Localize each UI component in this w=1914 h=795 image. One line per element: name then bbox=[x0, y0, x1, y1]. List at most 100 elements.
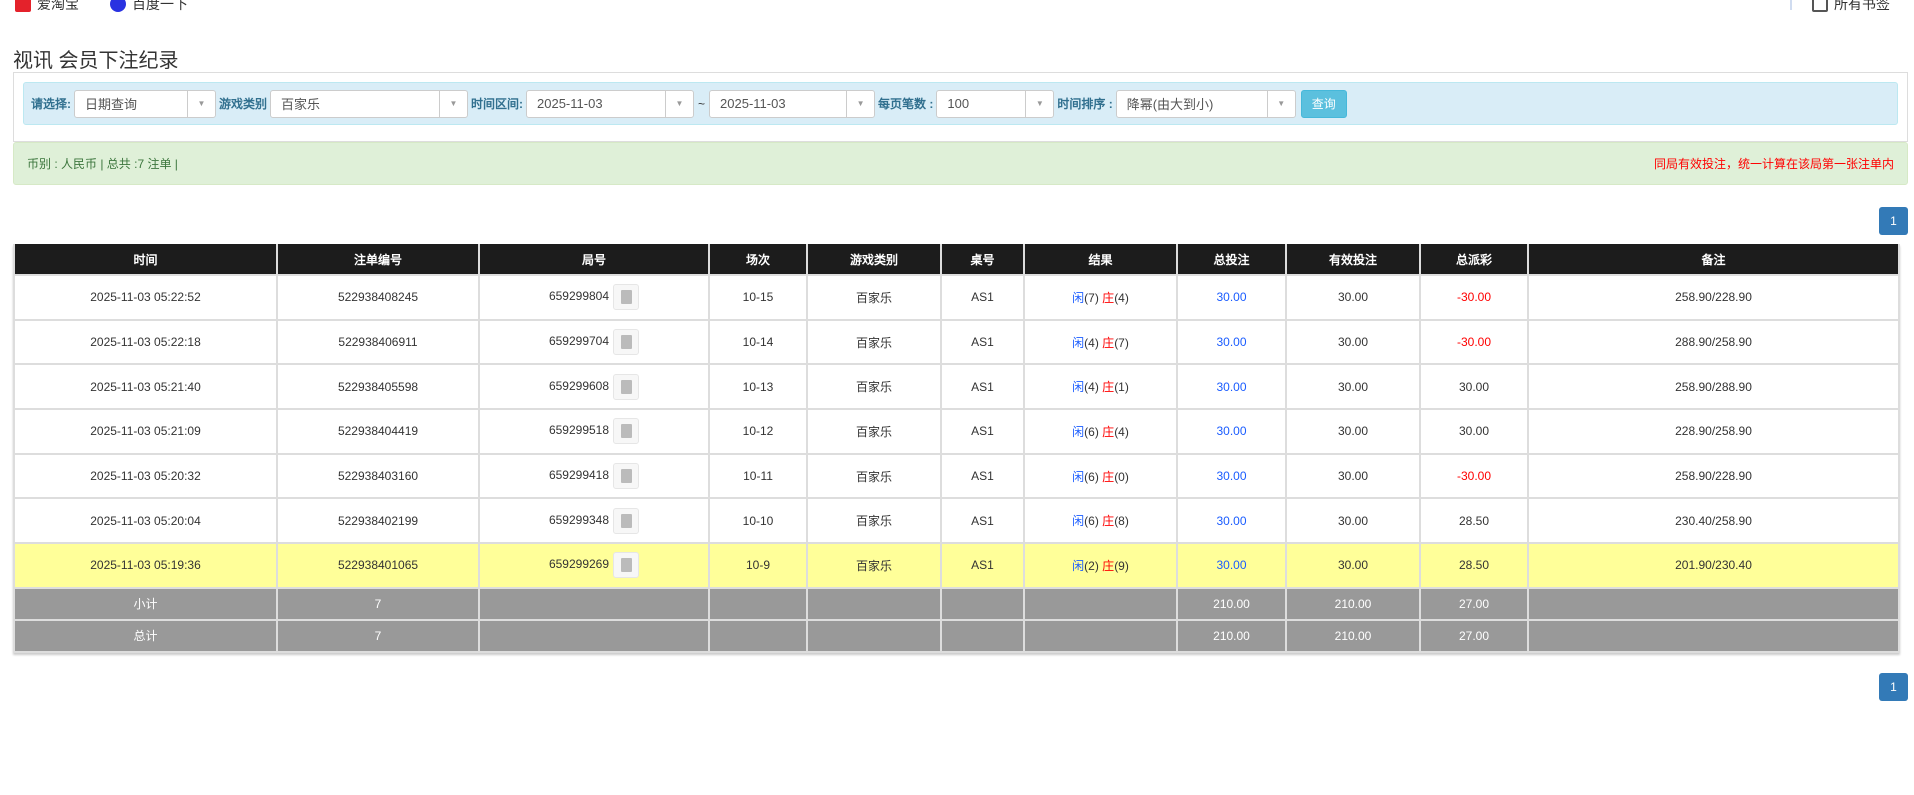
video-replay-icon[interactable] bbox=[613, 329, 640, 356]
subtotal-row: 小计 7 210.00 210.00 27.00 bbox=[13, 586, 1900, 621]
cell-note: 258.90/228.90 bbox=[1527, 274, 1900, 321]
empty-cell bbox=[1527, 618, 1900, 653]
table-row: 2025-11-03 05:19:36 522938401065 6592992… bbox=[13, 542, 1900, 589]
player-label: 闲 bbox=[1072, 380, 1085, 395]
cell-result: 闲(6) 庄(8) bbox=[1023, 497, 1178, 545]
cell-table: AS1 bbox=[940, 408, 1025, 455]
chevron-down-icon: ▼ bbox=[439, 90, 467, 117]
cell-valid-bet: 30.00 bbox=[1285, 452, 1421, 500]
banker-label: 庄 bbox=[1102, 335, 1115, 350]
page-title: 视讯 会员下注纪录 bbox=[13, 50, 179, 72]
folder-icon bbox=[1812, 0, 1828, 12]
column-header[interactable]: 局号 bbox=[478, 244, 710, 276]
chevron-down-icon: ▼ bbox=[846, 90, 874, 117]
round-number: 659299518 bbox=[548, 423, 610, 438]
column-header[interactable]: 桌号 bbox=[940, 244, 1025, 276]
filter-panel: 请选择: 日期查询 ▼ 游戏类别 百家乐 ▼ 时间区间: 2025-11-03 ▼ ~… bbox=[13, 72, 1908, 142]
cell-shoe: 10-15 bbox=[708, 274, 808, 321]
player-label: 闲 bbox=[1072, 514, 1085, 529]
banker-label: 庄 bbox=[1102, 558, 1115, 573]
column-header[interactable]: 场次 bbox=[708, 244, 808, 276]
column-header[interactable]: 结果 bbox=[1023, 244, 1178, 276]
query-button[interactable]: 查询 bbox=[1300, 89, 1347, 118]
aitaobao-icon bbox=[15, 0, 31, 12]
player-points: (6) bbox=[1084, 469, 1099, 484]
cell-payout: 28.50 bbox=[1419, 497, 1529, 545]
note-text: 同局有效投注，统一计算在该局第一张注单内 bbox=[1653, 157, 1894, 171]
all-bookmarks[interactable]: 所有书签 bbox=[1812, 0, 1890, 14]
empty-cell bbox=[1023, 618, 1178, 653]
column-header[interactable]: 注单编号 bbox=[276, 244, 480, 276]
video-replay-icon[interactable] bbox=[613, 418, 640, 445]
date-to-value: 2025-11-03 bbox=[720, 96, 786, 111]
column-header[interactable]: 时间 bbox=[13, 244, 278, 276]
cell-bet-id: 522938404419 bbox=[276, 408, 480, 455]
empty-cell bbox=[806, 618, 942, 653]
sum-label: 小计 bbox=[13, 586, 278, 621]
range-label: 时间区间: bbox=[471, 97, 524, 111]
table-header: 时间 注单编号 局号 场次 游戏类别 桌号 结果 总投注 有效投注 总派彩 备注 bbox=[13, 244, 1900, 276]
video-replay-icon[interactable] bbox=[613, 552, 640, 579]
video-replay-icon[interactable] bbox=[613, 463, 640, 490]
cell-time: 2025-11-03 05:20:32 bbox=[13, 452, 278, 500]
cell-time: 2025-11-03 05:22:52 bbox=[13, 274, 278, 321]
chevron-down-icon: ▼ bbox=[1266, 90, 1295, 117]
cell-note: 201.90/230.40 bbox=[1527, 542, 1900, 589]
sort-select[interactable]: 降幂(由大到小) ▼ bbox=[1115, 89, 1296, 118]
cell-bet-id: 522938401065 bbox=[276, 542, 480, 589]
date-to-select[interactable]: 2025-11-03 ▼ bbox=[709, 89, 876, 118]
select-label: 请选择: bbox=[31, 97, 71, 111]
cell-time: 2025-11-03 05:22:18 bbox=[13, 318, 278, 366]
cell-total-bet: 30.00 bbox=[1176, 318, 1287, 366]
cell-round: 659299518 bbox=[478, 408, 710, 455]
cell-bet-id: 522938405598 bbox=[276, 363, 480, 411]
cell-payout: -30.00 bbox=[1419, 318, 1529, 366]
column-header[interactable]: 备注 bbox=[1527, 244, 1900, 276]
sum-payout: 27.00 bbox=[1419, 618, 1529, 653]
bookmark-baidu[interactable]: 百度一下 bbox=[110, 0, 188, 14]
round-number: 659299348 bbox=[548, 512, 610, 527]
summary-alert: 币别 : 人民币 | 总共 :7 注单 | 同局有效投注，统一计算在该局第一张注… bbox=[13, 142, 1908, 185]
video-replay-icon[interactable] bbox=[613, 284, 640, 311]
cell-shoe: 10-10 bbox=[708, 497, 808, 545]
banker-points: (8) bbox=[1114, 514, 1129, 529]
bookmark-divider bbox=[1790, 0, 1792, 10]
player-points: (6) bbox=[1084, 514, 1099, 529]
cell-shoe: 10-9 bbox=[708, 542, 808, 589]
summary-text: 币别 : 人民币 | 总共 :7 注单 | bbox=[27, 157, 178, 171]
banker-label: 庄 bbox=[1102, 290, 1115, 305]
sum-payout: 27.00 bbox=[1419, 586, 1529, 621]
bookmark-aitaobao[interactable]: 爱淘宝 bbox=[15, 0, 79, 14]
table-row: 2025-11-03 05:20:32 522938403160 6592994… bbox=[13, 452, 1900, 500]
column-header[interactable]: 有效投注 bbox=[1285, 244, 1421, 276]
player-label: 闲 bbox=[1072, 424, 1085, 439]
cell-game: 百家乐 bbox=[806, 363, 942, 411]
player-points: (7) bbox=[1084, 290, 1099, 305]
game-type-select[interactable]: 百家乐 ▼ bbox=[270, 89, 469, 118]
cell-game: 百家乐 bbox=[806, 274, 942, 321]
per-page-select[interactable]: 100 ▼ bbox=[936, 89, 1055, 118]
empty-cell bbox=[478, 586, 710, 621]
bookmark-label: 爱淘宝 bbox=[37, 0, 79, 12]
column-header[interactable]: 总投注 bbox=[1176, 244, 1287, 276]
per-page-value: 100 bbox=[947, 96, 970, 111]
grand_total-row: 总计 7 210.00 210.00 27.00 bbox=[13, 618, 1900, 653]
query-type-select[interactable]: 日期查询 ▼ bbox=[74, 89, 216, 118]
column-header[interactable]: 总派彩 bbox=[1419, 244, 1529, 276]
cell-result: 闲(2) 庄(9) bbox=[1023, 542, 1178, 589]
player-label: 闲 bbox=[1072, 290, 1085, 305]
video-replay-icon[interactable] bbox=[613, 373, 640, 400]
cell-table: AS1 bbox=[940, 452, 1025, 500]
pagination-page-1-bottom[interactable]: 1 bbox=[1879, 673, 1908, 701]
banker-points: (4) bbox=[1114, 424, 1129, 439]
pagination-page-1[interactable]: 1 bbox=[1879, 207, 1908, 235]
cell-shoe: 10-13 bbox=[708, 363, 808, 411]
banker-label: 庄 bbox=[1102, 469, 1115, 484]
per-page-label: 每页笔数 : bbox=[878, 97, 934, 111]
player-label: 闲 bbox=[1072, 558, 1085, 573]
video-replay-icon[interactable] bbox=[613, 507, 640, 534]
empty-cell bbox=[708, 618, 808, 653]
cell-result: 闲(6) 庄(0) bbox=[1023, 452, 1178, 500]
date-from-select[interactable]: 2025-11-03 ▼ bbox=[526, 89, 695, 118]
column-header[interactable]: 游戏类别 bbox=[806, 244, 942, 276]
